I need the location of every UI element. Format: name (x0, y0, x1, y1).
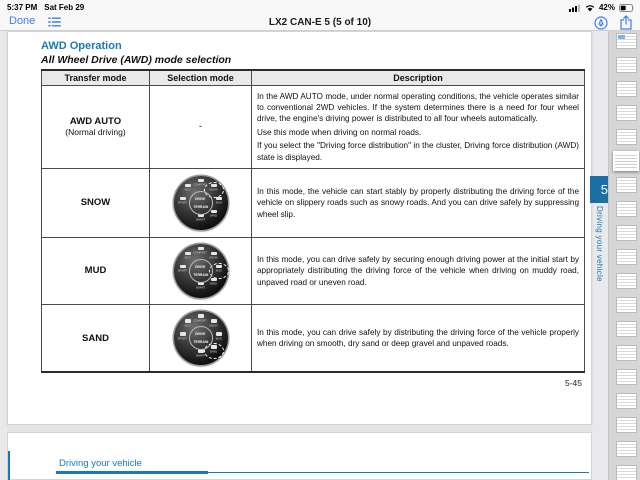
next-page-header: Driving your vehicle (59, 458, 142, 469)
dial-center-label: DRIVETERRAIN (189, 259, 213, 283)
page-thumbnail[interactable] (616, 177, 637, 193)
drive-terrain-dial-sand: COMFORT ECO SPORT SNOW MUD SAND SMART DR… (174, 311, 228, 365)
page-thumbnail[interactable] (616, 465, 637, 480)
page-thumbnail[interactable] (616, 441, 637, 457)
table-row-sand: SAND COMFORT ECO SPORT SNOW MUD SAND SMA… (42, 304, 585, 372)
mode-sublabel: (Normal driving) (42, 127, 149, 137)
page-thumbnail[interactable] (616, 129, 637, 145)
col-header-description: Description (252, 70, 585, 85)
chapter-vertical-label: Driving your vehicle (595, 206, 604, 316)
sand-mode-icon (211, 345, 217, 349)
table-row-awd-auto: AWD AUTO (Normal driving) - In the AWD A… (42, 85, 585, 168)
dial-center-label: DRIVETERRAIN (189, 191, 213, 215)
pdf-viewer-app: 5:37 PM Sat Feb 29 42% Done LX2 (0, 0, 640, 480)
markup-pen-icon[interactable] (594, 16, 608, 30)
page-thumbnail[interactable] (616, 417, 637, 433)
pdf-page-next: Driving your vehicle (7, 432, 592, 480)
table-header-row: Transfer mode Selection mode Description (42, 70, 585, 85)
dial-center-label: DRIVETERRAIN (189, 326, 213, 350)
page-thumbnail[interactable] (616, 273, 637, 289)
description-awd-auto: In the AWD AUTO mode, under normal opera… (252, 85, 585, 168)
drive-terrain-dial-snow: COMFORT ECO SPORT SNOW MUD SAND SMART DR… (174, 176, 228, 230)
eco-mode-icon (185, 252, 191, 256)
desc-paragraph: In this mode, you can drive safely by di… (257, 327, 579, 350)
snow-mode-icon (211, 252, 217, 256)
status-time: 5:37 PM (7, 3, 37, 12)
wifi-icon (585, 4, 595, 12)
drive-terrain-dial-mud: COMFORT ECO SPORT SNOW MUD SAND SMART DR… (174, 244, 228, 298)
snow-mode-icon (211, 184, 217, 188)
comfort-mode-icon (198, 247, 204, 251)
mode-label-awd-auto: AWD AUTO (Normal driving) (42, 85, 150, 168)
selection-snow: COMFORT ECO SPORT SNOW MUD SAND SMART DR… (150, 168, 252, 237)
mud-mode-icon (216, 332, 222, 336)
selection-mud: COMFORT ECO SPORT SNOW MUD SAND SMART DR… (150, 237, 252, 304)
sand-mode-icon (211, 210, 217, 214)
page-thumbnail-scrubber[interactable] (608, 31, 640, 480)
page-thumbnail[interactable] (616, 225, 637, 241)
chapter-edge-stripe (8, 451, 10, 480)
page-thumbnail[interactable] (616, 249, 637, 265)
col-header-transfer-mode: Transfer mode (42, 70, 150, 85)
battery-percent: 42% (599, 3, 615, 12)
cellular-signal-icon (569, 4, 581, 12)
document-title: LX2 CAN-E 5 (5 of 10) (0, 17, 640, 28)
snow-mode-icon (211, 319, 217, 323)
description-snow: In this mode, the vehicle can start stab… (252, 168, 585, 237)
eco-mode-icon (185, 319, 191, 323)
sport-mode-icon (180, 197, 186, 201)
awd-mode-table: Transfer mode Selection mode Description… (41, 69, 585, 373)
table-row-mud: MUD COMFORT ECO SPORT SNOW MUD SAND SMAR… (42, 237, 585, 304)
desc-paragraph: If you select the "Driving force distrib… (257, 140, 579, 163)
status-date: Sat Feb 29 (44, 3, 84, 12)
sport-mode-icon (180, 332, 186, 336)
status-bar: 5:37 PM Sat Feb 29 42% (0, 0, 640, 14)
desc-paragraph: Use this mode when driving on normal roa… (257, 127, 579, 138)
description-mud: In this mode, you can drive safely by se… (252, 237, 585, 304)
battery-icon (619, 4, 635, 12)
section-title: AWD Operation (41, 40, 122, 52)
page-thumbnail-current[interactable] (613, 151, 639, 171)
page-thumbnail[interactable] (616, 393, 637, 409)
selection-awd-auto: - (150, 85, 252, 168)
top-bars: 5:37 PM Sat Feb 29 42% Done LX2 (0, 0, 640, 31)
page-thumbnail[interactable] (616, 321, 637, 337)
navigation-bar: Done LX2 CAN-E 5 (5 of 10) (0, 14, 640, 31)
mud-mode-icon (216, 197, 222, 201)
section-subtitle: All Wheel Drive (AWD) mode selection (41, 54, 231, 66)
share-icon[interactable] (620, 15, 632, 30)
description-sand: In this mode, you can drive safely by di… (252, 304, 585, 372)
page-thumbnail[interactable] (616, 33, 637, 49)
page-thumbnail[interactable] (616, 297, 637, 313)
col-header-selection-mode: Selection mode (150, 70, 252, 85)
table-row-snow: SNOW COMFORT ECO SPORT SNOW MUD SAND SMA… (42, 168, 585, 237)
mode-label-sand: SAND (42, 304, 150, 372)
mode-label-snow: SNOW (42, 168, 150, 237)
mud-mode-icon (216, 265, 222, 269)
desc-paragraph: In the AWD AUTO mode, under normal opera… (257, 91, 579, 125)
page-thumbnail[interactable] (616, 57, 637, 73)
page-thumbnail[interactable] (616, 105, 637, 121)
selection-sand: COMFORT ECO SPORT SNOW MUD SAND SMART DR… (150, 304, 252, 372)
sport-mode-icon (180, 265, 186, 269)
page-gap (7, 425, 592, 432)
page-thumbnail[interactable] (616, 369, 637, 385)
page-thumbnail[interactable] (616, 81, 637, 97)
header-rule-thick (56, 471, 208, 474)
mode-label-mud: MUD (42, 237, 150, 304)
pdf-page-current: AWD Operation All Wheel Drive (AWD) mode… (7, 31, 592, 425)
page-thumbnail[interactable] (616, 345, 637, 361)
comfort-mode-icon (198, 179, 204, 183)
header-rule-thin (208, 472, 589, 473)
desc-paragraph: In this mode, the vehicle can start stab… (257, 186, 579, 220)
desc-paragraph: In this mode, you can drive safely by se… (257, 254, 579, 288)
page-thumbnail[interactable] (616, 201, 637, 217)
comfort-mode-icon (198, 314, 204, 318)
page-number: 5-45 (565, 378, 582, 388)
sand-mode-icon (211, 278, 217, 282)
eco-mode-icon (185, 184, 191, 188)
